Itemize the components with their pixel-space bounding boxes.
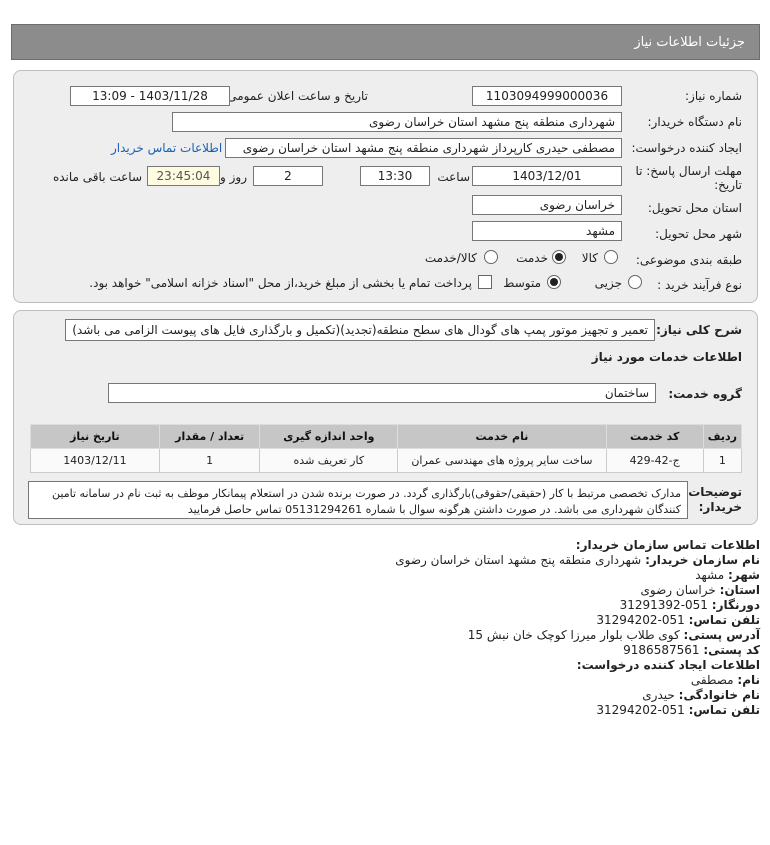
need-number-field: 1103094999000036	[472, 86, 622, 106]
col-need-date: تاریخ نیاز	[30, 424, 160, 449]
fax-label: دورنگار:	[711, 598, 760, 612]
category-option-goods-service: کالا/خدمت	[424, 251, 477, 265]
buyer-label: نام دستگاه خریدار:	[647, 115, 743, 129]
cell-unit: کار تعریف شده	[259, 448, 399, 473]
province-label: استان محل تحویل:	[647, 201, 742, 215]
announce-field: 1403/11/28 - 13:09	[70, 86, 230, 106]
services-heading: اطلاعات خدمات مورد نیاز	[591, 350, 742, 364]
buyer-notes-field: مدارک تخصصی مرتبط با کار (حقیقی/حقوقی)با…	[28, 481, 688, 519]
address-value: کوی طلاب بلوار میرزا کوچک خان نبش 15	[467, 628, 680, 642]
address-label: آدرس پستی:	[683, 628, 760, 642]
table-row: 1 ج-42-429 ساخت سایر پروژه های مهندسی عم…	[30, 448, 743, 473]
table-header-row: ردیف کد خدمت نام خدمت واحد اندازه گیری ت…	[30, 424, 743, 449]
org-name-label: نام سازمان خریدار:	[645, 553, 760, 567]
process-label: نوع فرآیند خرید :	[657, 278, 742, 292]
need-number-label: شماره نیاز:	[685, 89, 742, 103]
cell-need-date: 1403/12/11	[30, 448, 160, 473]
creator-label: ایجاد کننده درخواست:	[631, 141, 742, 155]
creator-field: مصطفی حیدری کارپرداز شهرداری منطقه پنج م…	[225, 138, 622, 158]
postal-value: 9186587561	[623, 643, 700, 657]
first-name-label: نام:	[737, 673, 760, 687]
category-label: طبقه بندی موضوعی:	[635, 253, 742, 267]
deadline-time-label: ساعت	[437, 170, 470, 184]
col-row: ردیف	[702, 424, 743, 449]
buyer-contact-link[interactable]: اطلاعات تماس خریدار	[111, 141, 222, 155]
deadline-label: مهلت ارسال پاسخ: تا تاریخ:	[635, 164, 742, 192]
summary-label: شرح کلی نیاز:	[656, 323, 742, 337]
deadline-date-field: 1403/12/01	[472, 166, 622, 186]
contact-city-label: شهر:	[728, 568, 760, 582]
cell-service-code: ج-42-429	[605, 448, 704, 473]
contact-province: خراسان رضوی	[640, 583, 716, 597]
process-radio-medium[interactable]	[547, 275, 561, 289]
process-option-minor: جزیی	[594, 276, 622, 290]
contact-section: اطلاعات تماس سازمان خریدار: نام سازمان خ…	[20, 538, 760, 718]
creator-phone-label: تلفن تماس:	[688, 703, 760, 717]
services-table: ردیف کد خدمت نام خدمت واحد اندازه گیری ت…	[30, 424, 743, 473]
postal-label: کد پستی:	[703, 643, 760, 657]
deadline-time-field: 13:30	[360, 166, 430, 186]
category-option-service: خدمت	[516, 251, 548, 265]
first-name-value: مصطفی	[690, 673, 734, 687]
buyer-notes-label: توضیحات خریدار:	[688, 485, 742, 514]
fax-value: 051-31291392	[619, 598, 708, 612]
org-heading: اطلاعات تماس سازمان خریدار:	[575, 538, 760, 552]
contact-city: مشهد	[695, 568, 725, 582]
days-label: روز و	[220, 170, 247, 184]
days-field: 2	[253, 166, 323, 186]
process-option-medium: متوسط	[503, 276, 541, 290]
col-quantity: تعداد / مقدار	[158, 424, 261, 449]
buyer-field: شهرداری منطقه پنج مشهد استان خراسان رضوی	[172, 112, 622, 132]
service-group-field: ساختمان	[108, 383, 656, 403]
phone-label: تلفن تماس:	[688, 613, 760, 627]
creator-phone-value: 051-31294202	[596, 703, 685, 717]
page-header: جزئیات اطلاعات نیاز	[11, 24, 760, 60]
remaining-time-field: 23:45:04	[147, 166, 220, 186]
last-name-value: حیدری	[642, 688, 675, 702]
city-field: مشهد	[472, 221, 622, 241]
org-name: شهرداری منطقه پنج مشهد استان خراسان رضوی	[395, 553, 642, 567]
summary-field: تعمیر و تجهیز موتور پمپ های گودال های سط…	[65, 319, 655, 341]
col-service-name: نام خدمت	[397, 424, 607, 449]
city-label: شهر محل تحویل:	[655, 227, 742, 241]
service-group-label: گروه خدمت:	[668, 387, 742, 401]
page-title: جزئیات اطلاعات نیاز	[634, 34, 745, 50]
contact-province-label: استان:	[719, 583, 760, 597]
announce-label: تاریخ و ساعت اعلان عمومی:	[223, 89, 368, 103]
cell-quantity: 1	[158, 448, 261, 473]
province-field: خراسان رضوی	[472, 195, 622, 215]
category-option-goods: کالا	[581, 251, 598, 265]
category-radio-goods[interactable]	[604, 250, 618, 264]
col-unit: واحد اندازه گیری	[259, 424, 399, 449]
creator-heading: اطلاعات ایجاد کننده درخواست:	[576, 658, 760, 672]
category-radio-service[interactable]	[552, 250, 566, 264]
category-radio-goods-service[interactable]	[484, 250, 498, 264]
treasury-payment-checkbox[interactable]	[478, 275, 492, 289]
cell-row: 1	[702, 448, 743, 473]
last-name-label: نام خانوادگی:	[678, 688, 760, 702]
phone-value: 051-31294202	[596, 613, 685, 627]
treasury-payment-note: پرداخت تمام یا بخشی از مبلغ خرید،از محل …	[89, 276, 472, 290]
process-radio-minor[interactable]	[628, 275, 642, 289]
remaining-label: ساعت باقی مانده	[52, 170, 142, 184]
cell-service-name: ساخت سایر پروژه های مهندسی عمران	[397, 448, 607, 473]
col-service-code: کد خدمت	[605, 424, 704, 449]
